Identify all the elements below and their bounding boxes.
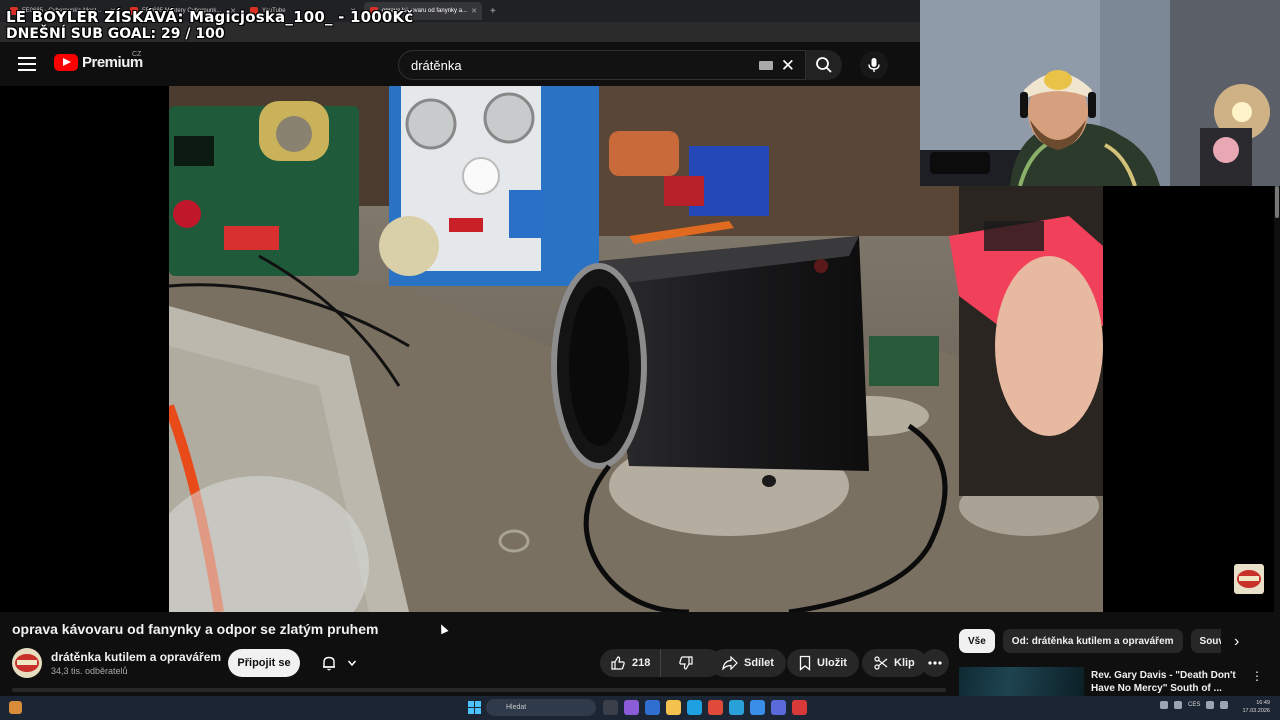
share-label: Sdílet xyxy=(744,657,774,669)
webcam-overlay xyxy=(920,0,1280,186)
like-count: 218 xyxy=(632,657,651,669)
taskbar-search-input[interactable]: Hledat xyxy=(486,699,596,716)
share-arrow-icon xyxy=(722,656,738,670)
voice-search-button[interactable] xyxy=(860,51,888,79)
thumbs-down-icon xyxy=(679,656,693,670)
youtube-logo[interactable]: Premium CZ xyxy=(54,51,143,71)
description-box-edge xyxy=(12,688,946,692)
taskbar-search-placeholder: Hledat xyxy=(506,704,527,711)
volume-icon[interactable] xyxy=(1220,701,1229,709)
telegram-icon[interactable] xyxy=(729,700,744,715)
search-icon xyxy=(816,57,832,73)
app-icon[interactable] xyxy=(624,700,639,715)
chip-related[interactable]: Souvi xyxy=(1190,629,1221,653)
channel-avatar[interactable] xyxy=(12,648,42,678)
windows-start-icon[interactable] xyxy=(468,701,481,714)
task-view-icon[interactable] xyxy=(603,700,618,715)
join-button[interactable]: Připojit se xyxy=(228,649,300,677)
youtube-header: Premium CZ drátěnka ✕ xyxy=(0,42,920,86)
new-tab-button[interactable]: + xyxy=(484,6,502,17)
microphone-icon xyxy=(868,58,880,72)
os-taskbar: Hledat CES 16:49 17.03.2026 xyxy=(0,696,1280,720)
language-indicator[interactable]: CES xyxy=(1188,702,1200,708)
overlay-sub-goal-text: DNEŠNÍ SUB GOAL: 29 / 100 xyxy=(6,26,225,42)
like-dislike-group: 218 xyxy=(600,649,722,677)
more-horizontal-icon xyxy=(928,661,942,665)
close-tab-icon[interactable]: ✕ xyxy=(471,7,477,15)
page-scrollbar[interactable] xyxy=(1274,186,1280,696)
channel-name[interactable]: drátěnka kutilem a opravářem xyxy=(51,650,221,664)
app-icon[interactable] xyxy=(792,700,807,715)
clear-search-icon[interactable]: ✕ xyxy=(781,56,795,76)
clock-time: 16:49 xyxy=(1256,700,1270,706)
edge-icon[interactable] xyxy=(687,700,702,715)
save-label: Uložit xyxy=(817,657,847,669)
channel-row: drátěnka kutilem a opravářem 34,3 tis. o… xyxy=(12,646,949,680)
system-tray: CES xyxy=(1160,701,1229,709)
wifi-icon[interactable] xyxy=(1206,701,1215,709)
clip-label: Klip xyxy=(894,657,915,669)
chevron-down-icon xyxy=(347,660,357,667)
chevron-right-icon[interactable]: › xyxy=(1234,633,1239,651)
menu-icon[interactable] xyxy=(16,54,38,74)
search-button[interactable] xyxy=(806,50,842,80)
stream-overlay: LE BOYLER ZÍSKÁVÁ: Magicjoska_100_ - 100… xyxy=(6,8,414,43)
notifications-button[interactable] xyxy=(310,649,368,677)
save-button[interactable]: Uložit xyxy=(787,649,859,677)
mouse-cursor-icon xyxy=(437,622,449,635)
youtube-play-icon xyxy=(54,54,78,71)
related-filter-chips: Vše Od: drátěnka kutilem a opravářem Sou… xyxy=(959,629,1221,655)
recommended-video[interactable]: Rev. Gary Davis - "Death Don't Have No M… xyxy=(959,667,1269,696)
share-button[interactable]: Sdílet xyxy=(710,649,786,677)
dislike-button[interactable] xyxy=(667,649,705,677)
subscriber-count: 34,3 tis. odběratelů xyxy=(51,666,128,676)
file-explorer-icon[interactable] xyxy=(666,700,681,715)
app-icon[interactable] xyxy=(750,700,765,715)
more-vertical-icon[interactable]: ⋮ xyxy=(1251,669,1263,683)
scissors-icon xyxy=(874,656,888,670)
chip-all[interactable]: Vše xyxy=(959,629,995,653)
logo-region-code: CZ xyxy=(132,51,142,58)
bell-icon xyxy=(323,656,335,671)
chrome-icon[interactable] xyxy=(708,700,723,715)
clip-button[interactable]: Klip xyxy=(862,649,927,677)
search-query-text: drátěnka xyxy=(411,57,462,73)
bookmark-icon xyxy=(799,655,811,671)
overlay-donation-text: LE BOYLER ZÍSKÁVÁ: Magicjoska_100_ - 100… xyxy=(6,8,414,26)
scrollbar-thumb[interactable] xyxy=(1275,186,1279,218)
channel-watermark-icon[interactable] xyxy=(1234,564,1264,594)
app-icon[interactable] xyxy=(645,700,660,715)
chip-from-channel[interactable]: Od: drátěnka kutilem a opravářem xyxy=(1002,629,1183,653)
recommended-title[interactable]: Rev. Gary Davis - "Death Don't Have No M… xyxy=(1091,669,1241,695)
widgets-icon[interactable] xyxy=(9,701,22,714)
thumbs-up-icon xyxy=(611,656,625,670)
screen: FE0685 - Cyberpunk's Most... ✕ FE0685 Mys… xyxy=(0,0,1280,720)
keyboard-icon[interactable] xyxy=(759,61,773,70)
like-button[interactable]: 218 xyxy=(600,649,662,677)
tray-chevron-icon[interactable] xyxy=(1160,701,1168,709)
clock-date: 17.03.2026 xyxy=(1242,708,1270,714)
recommended-thumbnail[interactable] xyxy=(959,667,1084,696)
search-input[interactable]: drátěnka ✕ xyxy=(398,50,806,80)
taskbar-clock[interactable]: 16:49 17.03.2026 xyxy=(1240,699,1270,715)
taskbar-pinned-apps xyxy=(603,700,807,715)
channel-logo-icon xyxy=(15,654,39,672)
discord-icon[interactable] xyxy=(771,700,786,715)
video-title: oprava kávovaru od fanynky a odpor se zl… xyxy=(12,621,379,637)
webcam-streamer-image xyxy=(920,0,1280,186)
tray-app-icon[interactable] xyxy=(1174,701,1182,709)
more-actions-button[interactable] xyxy=(921,649,949,677)
